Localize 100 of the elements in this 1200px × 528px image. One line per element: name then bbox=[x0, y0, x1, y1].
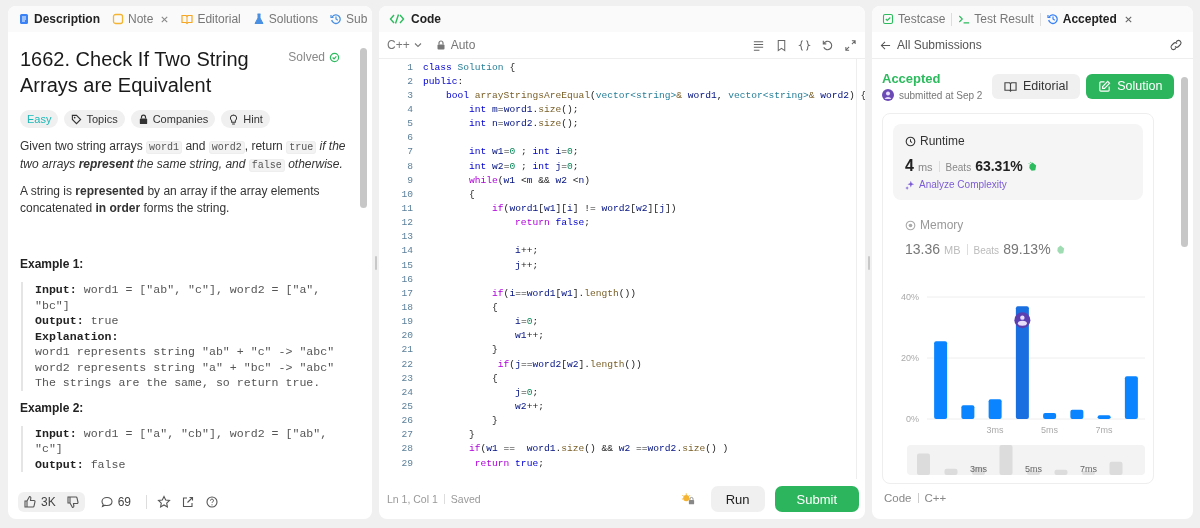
code-line: while(w1 <m && w2 <n) bbox=[468, 174, 590, 186]
distribution-bar[interactable] bbox=[1043, 412, 1057, 419]
tag-button[interactable]: Topics bbox=[64, 110, 125, 128]
tag-button[interactable]: Hint bbox=[221, 110, 270, 128]
editorial-button[interactable]: Editorial bbox=[992, 73, 1081, 99]
code-line: if(i==word1[w1].length()) bbox=[491, 287, 637, 299]
panel-tab[interactable]: Editorial bbox=[181, 12, 241, 26]
axis-label: 5ms bbox=[1041, 425, 1059, 435]
code-line: { bbox=[468, 188, 475, 200]
code-line: } bbox=[491, 415, 498, 427]
code-line: int n=word2.size(); bbox=[468, 118, 579, 130]
line-number: 23 bbox=[400, 372, 414, 384]
code-line: class Solution { bbox=[423, 61, 516, 73]
line-number: 14 bbox=[400, 245, 414, 257]
format-icon[interactable] bbox=[752, 38, 765, 52]
run-button[interactable]: Run bbox=[710, 486, 765, 512]
debugger-icon[interactable] bbox=[680, 492, 695, 506]
panel-tab[interactable]: Testcase bbox=[882, 12, 946, 26]
language-label: C++ bbox=[924, 492, 947, 504]
beats-percent: 63.31% bbox=[975, 158, 1023, 174]
line-number: 19 bbox=[400, 316, 414, 328]
line-number: 2 bbox=[406, 75, 414, 87]
distribution-bar[interactable] bbox=[1124, 376, 1138, 419]
bookmark-icon[interactable] bbox=[775, 38, 788, 52]
problem-title: 1662. Check If Two String Arrays are Equivalent bbox=[20, 47, 250, 98]
distribution-bar[interactable] bbox=[961, 405, 975, 419]
panel-tab[interactable]: Test Result bbox=[958, 12, 1034, 26]
code-line: j=0; bbox=[514, 386, 539, 398]
line-number: 26 bbox=[400, 415, 414, 427]
unit-label: ms bbox=[917, 161, 933, 173]
axis-label: 5ms bbox=[1024, 464, 1043, 474]
braces-icon[interactable] bbox=[798, 38, 811, 52]
description-paragraph: A string is represented by an array if the array elements concatenated in order forms the string. bbox=[20, 183, 321, 217]
range-overview[interactable]: 3ms 5ms 7ms bbox=[907, 445, 1145, 475]
line-number: 8 bbox=[406, 160, 414, 172]
tag-button[interactable]: Companies bbox=[130, 110, 216, 128]
line-number: 18 bbox=[400, 301, 414, 313]
line-number: 13 bbox=[400, 231, 414, 243]
expand-icon[interactable] bbox=[844, 38, 857, 52]
checkbox-icon bbox=[882, 13, 894, 25]
axis-label: 40% bbox=[901, 292, 919, 302]
line-number: 12 bbox=[400, 217, 414, 229]
book-icon bbox=[181, 13, 194, 25]
lock-icon bbox=[137, 113, 149, 125]
comments-button[interactable]: 69 bbox=[94, 492, 137, 512]
help-icon[interactable] bbox=[205, 495, 220, 509]
thumbs-up-icon bbox=[23, 495, 37, 509]
panel-tab[interactable]: Description bbox=[18, 12, 100, 26]
back-link[interactable]: All Submissions bbox=[880, 38, 982, 52]
chevron-down-icon bbox=[412, 40, 423, 50]
share-icon[interactable] bbox=[181, 495, 196, 509]
reset-icon[interactable] bbox=[821, 38, 834, 52]
runtime-section[interactable]: Runtime 4 ms Beats 63.31% Analyze Complexity bbox=[893, 124, 1143, 200]
distribution-bar[interactable] bbox=[1070, 409, 1084, 419]
memory-section[interactable]: Memory 13.36 MB Beats 89.13% bbox=[893, 200, 1143, 263]
code-line: public: bbox=[423, 75, 464, 87]
edit-icon bbox=[1098, 79, 1112, 93]
line-number: 25 bbox=[400, 400, 414, 412]
line-number: 10 bbox=[400, 188, 414, 200]
lock-icon bbox=[435, 40, 446, 50]
comment-icon bbox=[99, 495, 114, 509]
panel-tab[interactable]: Solutions bbox=[252, 12, 319, 26]
clock-icon bbox=[905, 135, 916, 147]
line-number: 1 bbox=[406, 61, 414, 73]
axis-label: 7ms bbox=[1079, 464, 1098, 474]
line-number: 24 bbox=[400, 386, 414, 398]
axis-label: 0% bbox=[906, 414, 919, 424]
beats-label: Beats bbox=[973, 245, 1000, 256]
line-number: 5 bbox=[406, 118, 414, 130]
example-line: Output: false bbox=[35, 456, 127, 472]
beats-label: Beats bbox=[945, 162, 972, 173]
unit-label: MB bbox=[944, 244, 961, 256]
analyze-complexity-link[interactable]: Analyze Complexity bbox=[905, 179, 1007, 190]
line-number: 4 bbox=[406, 104, 414, 115]
panel-tab[interactable]: Accepted bbox=[1046, 12, 1133, 26]
star-icon[interactable] bbox=[157, 495, 172, 509]
thumbs-down-icon bbox=[65, 495, 80, 509]
section-label: Memory bbox=[920, 218, 964, 232]
code-line: j++; bbox=[514, 259, 539, 271]
link-icon[interactable] bbox=[1169, 38, 1183, 52]
code-line: i=0; bbox=[514, 316, 539, 328]
line-number: 20 bbox=[400, 330, 414, 342]
line-number: 9 bbox=[406, 174, 414, 186]
resize-handle[interactable] bbox=[374, 255, 377, 270]
panel-tab[interactable]: Note bbox=[112, 12, 170, 26]
lightbulb-icon bbox=[228, 113, 240, 125]
close-icon[interactable] bbox=[160, 14, 170, 24]
code-line: int w2=0 ; int j=0; bbox=[468, 160, 579, 172]
line-number: 16 bbox=[400, 273, 414, 285]
example-heading: Example 1: bbox=[20, 257, 85, 271]
language-dropdown[interactable]: C++ bbox=[387, 38, 423, 52]
code-line: int w1=0 ; int i=0; bbox=[468, 146, 579, 158]
resize-handle[interactable] bbox=[867, 255, 870, 270]
example-line: Explanation: bbox=[35, 328, 120, 344]
close-icon[interactable] bbox=[1123, 14, 1133, 24]
example-line: The strings are the same, so return true. bbox=[35, 375, 322, 391]
panel-tab[interactable]: Sub bbox=[330, 12, 368, 26]
distribution-bar[interactable] bbox=[934, 341, 948, 419]
distribution-bar[interactable] bbox=[1097, 415, 1111, 419]
like-button[interactable]: 3K bbox=[18, 492, 61, 512]
